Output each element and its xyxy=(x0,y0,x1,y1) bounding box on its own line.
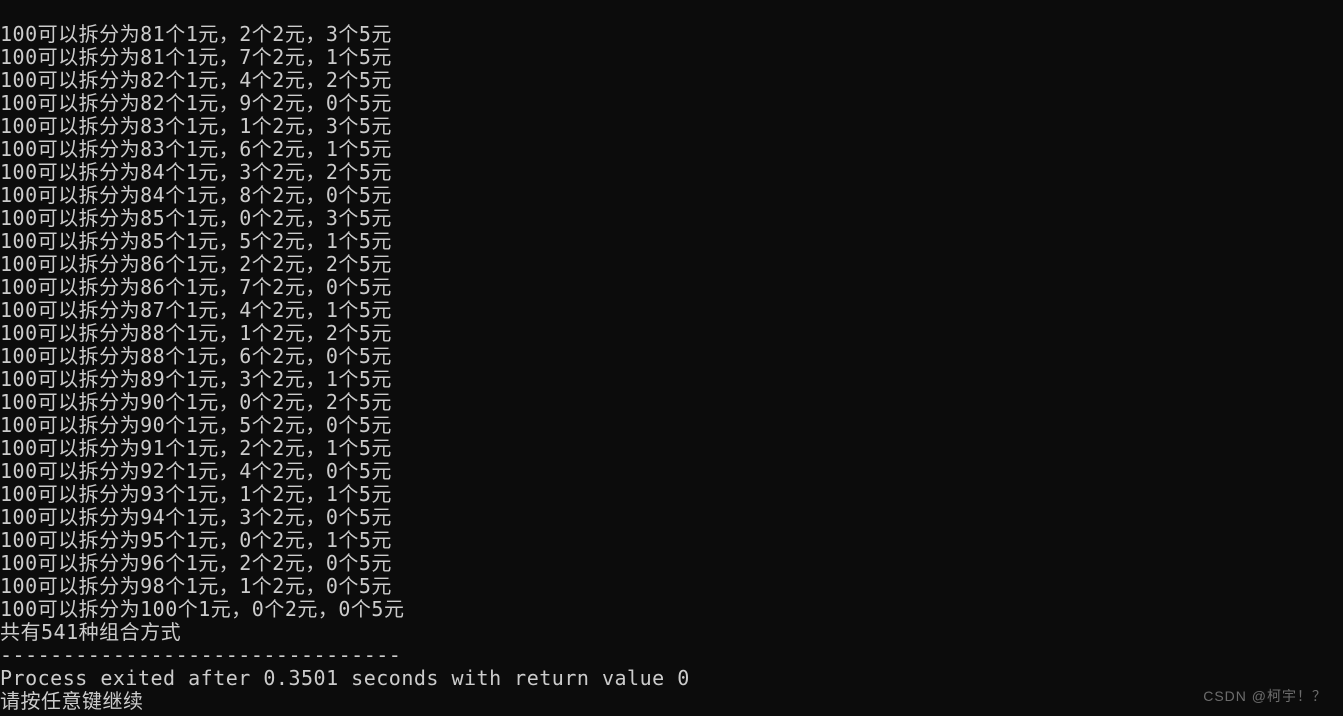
terminal-output: 100可以拆分为81个1元，2个2元，3个5元 100可以拆分为81个1元，7个… xyxy=(0,0,1343,713)
exit-message: Process exited after 0.3501 seconds with… xyxy=(0,666,690,690)
output-line: 100可以拆分为93个1元，1个2元，1个5元 xyxy=(0,482,392,506)
output-line: 100可以拆分为94个1元，3个2元，0个5元 xyxy=(0,505,392,529)
output-line: 100可以拆分为85个1元，0个2元，3个5元 xyxy=(0,206,392,230)
output-line: 100可以拆分为82个1元，9个2元，0个5元 xyxy=(0,91,392,115)
output-line: 100可以拆分为88个1元，6个2元，0个5元 xyxy=(0,344,392,368)
summary-line: 共有541种组合方式 xyxy=(0,620,181,644)
output-line: 100可以拆分为92个1元，4个2元，0个5元 xyxy=(0,459,392,483)
continue-prompt[interactable]: 请按任意键继续 xyxy=(0,689,144,713)
output-line: 100可以拆分为98个1元，1个2元，0个5元 xyxy=(0,574,392,598)
output-line: 100可以拆分为90个1元，5个2元，0个5元 xyxy=(0,413,392,437)
separator-line: -------------------------------- xyxy=(0,643,401,667)
output-line: 100可以拆分为100个1元，0个2元，0个5元 xyxy=(0,597,404,621)
output-line: 100可以拆分为87个1元，4个2元，1个5元 xyxy=(0,298,392,322)
output-line: 100可以拆分为82个1元，4个2元，2个5元 xyxy=(0,68,392,92)
output-line: 100可以拆分为86个1元，2个2元，2个5元 xyxy=(0,252,392,276)
output-line: 100可以拆分为90个1元，0个2元，2个5元 xyxy=(0,390,392,414)
output-line: 100可以拆分为96个1元，2个2元，0个5元 xyxy=(0,551,392,575)
output-line: 100可以拆分为81个1元，7个2元，1个5元 xyxy=(0,45,392,69)
output-line: 100可以拆分为91个1元，2个2元，1个5元 xyxy=(0,436,392,460)
watermark: CSDN @柯宇！？ xyxy=(1203,685,1327,708)
output-line: 100可以拆分为84个1元，3个2元，2个5元 xyxy=(0,160,392,184)
output-line: 100可以拆分为81个1元，2个2元，3个5元 xyxy=(0,22,392,46)
output-line: 100可以拆分为85个1元，5个2元，1个5元 xyxy=(0,229,392,253)
output-line: 100可以拆分为83个1元，1个2元，3个5元 xyxy=(0,114,392,138)
output-line: 100可以拆分为83个1元，6个2元，1个5元 xyxy=(0,137,392,161)
output-line: 100可以拆分为86个1元，7个2元，0个5元 xyxy=(0,275,392,299)
output-line: 100可以拆分为95个1元，0个2元，1个5元 xyxy=(0,528,392,552)
output-line: 100可以拆分为84个1元，8个2元，0个5元 xyxy=(0,183,392,207)
output-line: 100可以拆分为88个1元，1个2元，2个5元 xyxy=(0,321,392,345)
output-line: 100可以拆分为89个1元，3个2元，1个5元 xyxy=(0,367,392,391)
